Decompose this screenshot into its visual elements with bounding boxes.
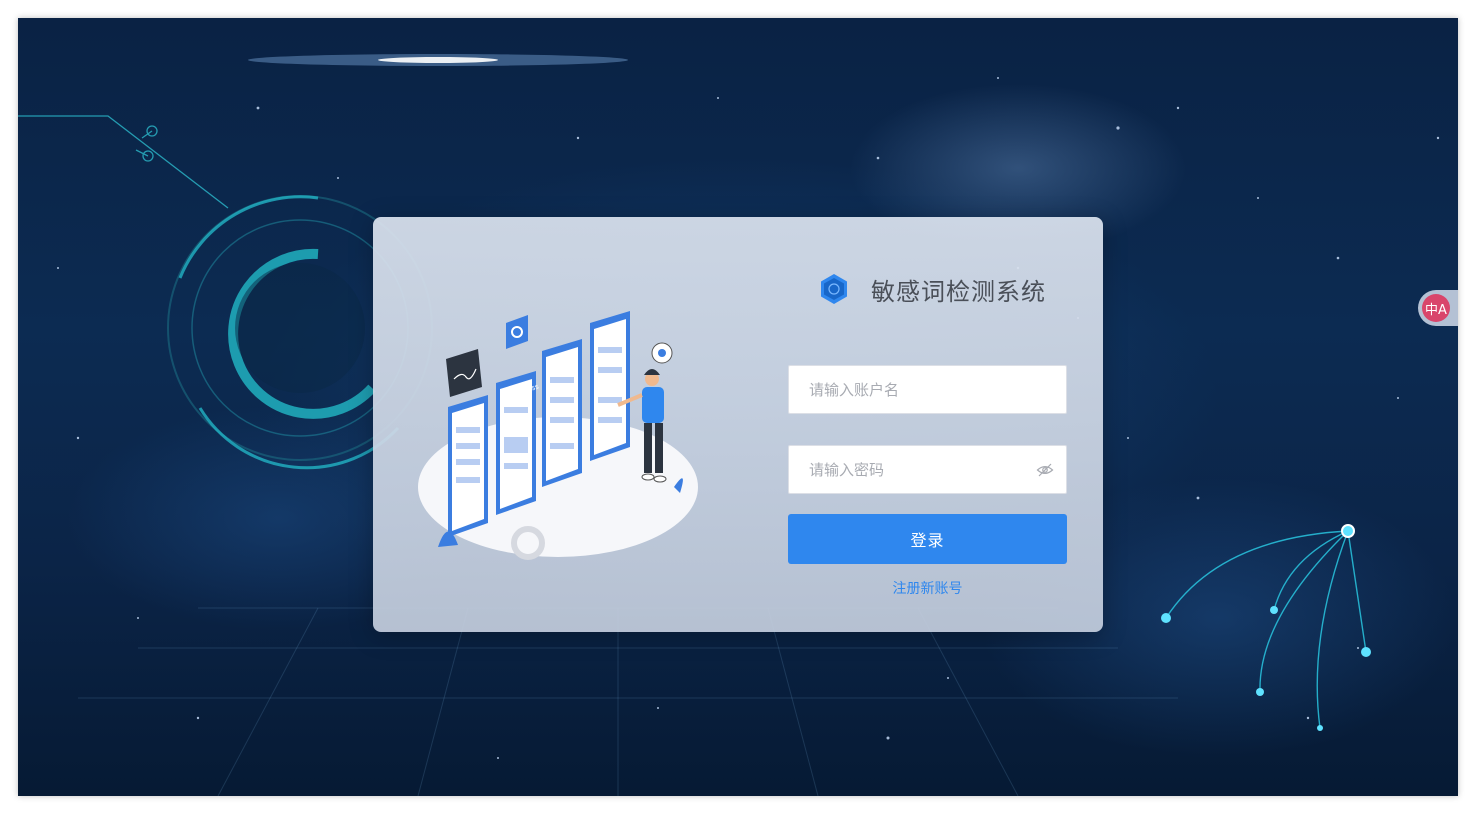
password-input[interactable] <box>789 446 1036 493</box>
translate-widget[interactable]: 中A <box>1418 290 1458 326</box>
username-field[interactable] <box>788 365 1067 414</box>
hexagon-logo-icon <box>821 274 847 304</box>
app-window: 中A To Do In Progress Review Done 敏感词检测系统… <box>18 18 1458 796</box>
translate-icon[interactable]: 中A <box>1422 294 1450 322</box>
brand-header: 敏感词检测系统 <box>817 271 1046 307</box>
username-input[interactable] <box>789 366 1066 413</box>
page-title: 敏感词检测系统 <box>871 277 1046 306</box>
kanban-illustration: To Do In Progress Review Done <box>418 311 698 560</box>
register-link[interactable]: 注册新账号 <box>788 578 1067 598</box>
password-field[interactable] <box>788 445 1067 494</box>
login-card: To Do In Progress Review Done 敏感词检测系统 请输… <box>373 217 1103 632</box>
eye-hidden-icon[interactable] <box>1036 461 1054 479</box>
login-button[interactable]: 登录 <box>788 514 1067 564</box>
